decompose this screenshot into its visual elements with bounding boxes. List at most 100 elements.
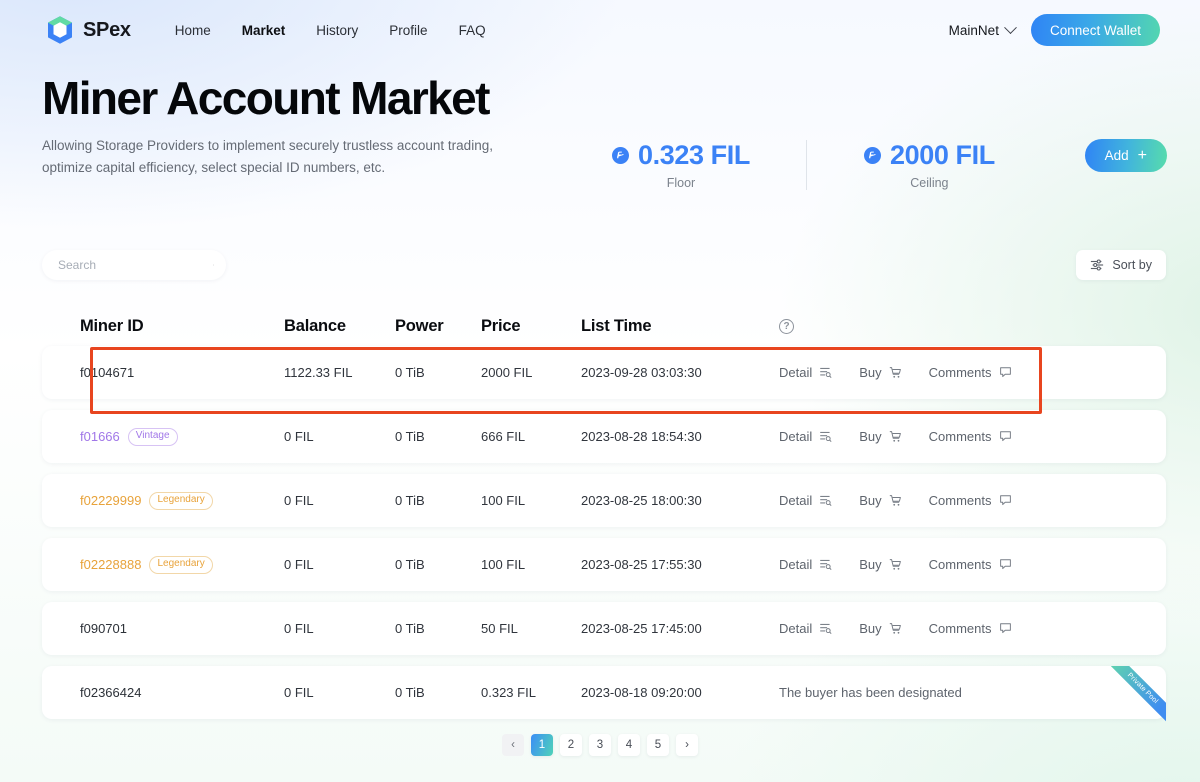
buy-action[interactable]: Buy (859, 429, 901, 444)
nav-item-faq[interactable]: FAQ (459, 23, 486, 38)
cell-list-time: 2023-08-25 17:55:30 (581, 557, 702, 572)
cell-price: 100 FIL (481, 557, 526, 572)
pagination-page-2[interactable]: 2 (560, 734, 582, 756)
pagination-page-4[interactable]: 4 (618, 734, 640, 756)
miner-id-value: f090701 (80, 621, 127, 636)
detail-action[interactable]: Detail (779, 365, 832, 380)
table-row[interactable]: f02228888 Legendary 0 FIL 0 TiB 100 FIL … (42, 538, 1166, 591)
cell-list-time: 2023-08-28 18:54:30 (581, 429, 702, 444)
comments-action[interactable]: Comments (929, 493, 1012, 508)
detail-list-icon (820, 431, 832, 442)
cell-price: 0.323 FIL (481, 685, 536, 700)
cell-balance: 0 FIL (284, 685, 314, 700)
buy-action[interactable]: Buy (859, 621, 901, 636)
spex-hexagon-logo-icon (48, 16, 72, 44)
miner-id-value: f02228888 Legendary (80, 555, 284, 574)
table-header-row: Miner ID Balance Power Price List Time ? (42, 306, 1166, 346)
sort-by-label: Sort by (1112, 258, 1152, 272)
add-button[interactable]: Add + (1084, 139, 1167, 172)
comment-bubble-icon (999, 559, 1011, 570)
cell-miner-id: f090701 (80, 621, 284, 636)
sliders-icon (1091, 259, 1104, 271)
table-row[interactable]: f01666 Vintage 0 FIL 0 TiB 666 FIL 2023-… (42, 410, 1166, 463)
column-header-list-time: List Time (581, 316, 652, 335)
cell-price: 100 FIL (481, 493, 526, 508)
cell-miner-id: f01666 Vintage (80, 427, 284, 446)
detail-action[interactable]: Detail (779, 621, 832, 636)
cell-list-time: 2023-09-28 03:03:30 (581, 365, 702, 380)
cell-price: 666 FIL (481, 429, 526, 444)
comments-label: Comments (928, 429, 992, 444)
miner-id-text: f02229999 (80, 493, 142, 508)
miner-id-value: f02366424 (80, 685, 142, 700)
comments-action[interactable]: Comments (929, 429, 1012, 444)
pagination-page-3[interactable]: 3 (589, 734, 611, 756)
column-header-price: Price (481, 316, 521, 335)
buy-action[interactable]: Buy (859, 557, 901, 572)
header-actions: MainNet Connect Wallet (949, 14, 1160, 46)
search-input[interactable] (58, 258, 213, 272)
cell-power: 0 TiB (395, 621, 425, 636)
detail-action[interactable]: Detail (779, 429, 832, 444)
table-row[interactable]: f0104671 1122.33 FIL 0 TiB 2000 FIL 2023… (42, 346, 1166, 414)
table-row[interactable]: f090701 0 FIL 0 TiB 50 FIL 2023-08-25 17… (42, 602, 1166, 655)
buy-action[interactable]: Buy (859, 365, 901, 380)
cell-power: 0 TiB (395, 685, 425, 700)
comments-action[interactable]: Comments (929, 365, 1012, 380)
detail-label: Detail (779, 365, 813, 380)
cell-miner-id: f0104671 (80, 365, 284, 380)
cell-balance: 0 FIL (284, 429, 314, 444)
column-header-actions: ? (779, 318, 1128, 334)
pagination-prev-button[interactable]: ‹ (502, 734, 524, 756)
buyer-designated-status: The buyer has been designated (779, 684, 962, 700)
sort-by-button[interactable]: Sort by (1076, 250, 1166, 280)
network-selector[interactable]: MainNet (949, 20, 1017, 38)
comments-action[interactable]: Comments (929, 621, 1012, 636)
cell-balance: 0 FIL (284, 621, 314, 636)
cell-miner-id: f02229999 Legendary (80, 491, 284, 510)
nav-item-history[interactable]: History (316, 23, 358, 38)
status-badge: Legendary (149, 491, 213, 510)
comment-bubble-icon (999, 367, 1011, 378)
help-icon[interactable]: ? (779, 318, 794, 334)
cell-list-time: 2023-08-25 18:00:30 (581, 493, 702, 508)
brand-logo[interactable]: SPex (46, 15, 131, 45)
stat-ceiling-label: Ceiling (910, 176, 949, 190)
table-row[interactable]: f02229999 Legendary 0 FIL 0 TiB 100 FIL … (42, 474, 1166, 527)
buy-action[interactable]: Buy (859, 493, 901, 508)
connect-wallet-button[interactable]: Connect Wallet (1030, 14, 1160, 46)
detail-label: Detail (779, 429, 813, 444)
cell-price: 50 FIL (481, 621, 518, 636)
buy-label: Buy (859, 429, 882, 444)
cell-actions: Detail Buy Comments (779, 557, 1128, 572)
nav-item-profile[interactable]: Profile (389, 23, 427, 38)
cell-power: 0 TiB (395, 493, 425, 508)
comments-label: Comments (928, 365, 992, 380)
pagination: ‹ 1 2 3 4 5 › (0, 734, 1200, 756)
detail-label: Detail (779, 557, 813, 572)
top-navigation-bar: SPex Home Market History Profile FAQ Mai… (0, 0, 1200, 60)
comment-bubble-icon (999, 623, 1011, 634)
search-icon[interactable] (213, 258, 214, 272)
pagination-next-button[interactable]: › (676, 734, 698, 756)
miner-id-value: f0104671 (80, 365, 135, 380)
main-nav: Home Market History Profile FAQ (175, 23, 486, 38)
comments-label: Comments (928, 557, 992, 572)
hero-section: Miner Account Market Allowing Storage Pr… (0, 60, 1200, 210)
pagination-page-1[interactable]: 1 (531, 734, 553, 756)
detail-list-icon (820, 559, 832, 570)
cell-actions: Detail Buy Comments (779, 429, 1128, 444)
table-row[interactable]: f02366424 0 FIL 0 TiB 0.323 FIL 2023-08-… (42, 666, 1166, 727)
detail-label: Detail (779, 493, 813, 508)
pagination-page-5[interactable]: 5 (647, 734, 669, 756)
nav-item-home[interactable]: Home (175, 23, 211, 38)
filecoin-icon (612, 147, 629, 164)
cell-miner-id: f02228888 Legendary (80, 555, 284, 574)
detail-action[interactable]: Detail (779, 493, 832, 508)
market-stats: 0.323 FIL Floor 2000 FIL Ceiling (612, 140, 1051, 190)
nav-item-market[interactable]: Market (242, 23, 286, 38)
column-header-miner-id: Miner ID (80, 316, 144, 335)
comments-action[interactable]: Comments (929, 557, 1012, 572)
detail-action[interactable]: Detail (779, 557, 832, 572)
search-box[interactable] (42, 250, 226, 280)
